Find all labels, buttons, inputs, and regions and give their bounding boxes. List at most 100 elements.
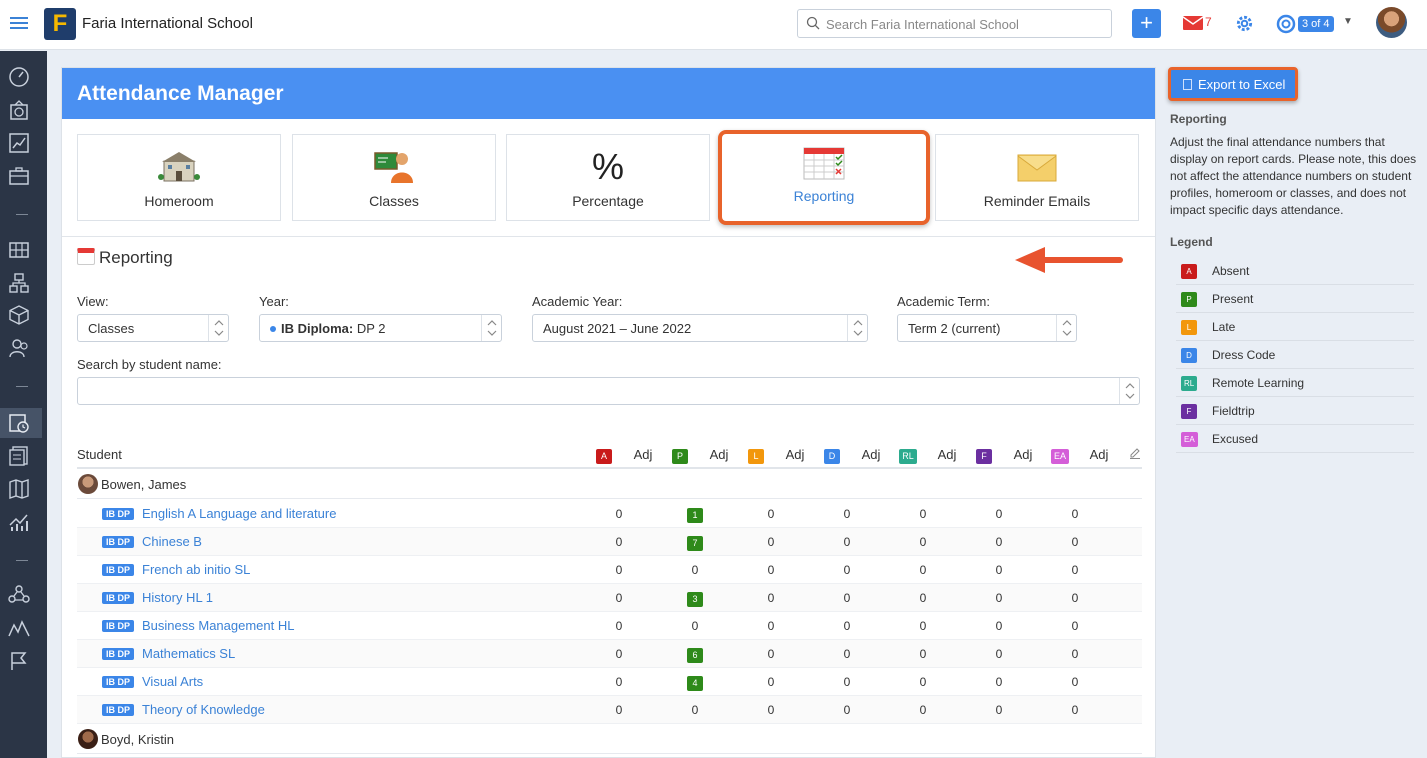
count-cell: 0	[984, 535, 1014, 549]
school-logo[interactable]: F	[44, 8, 76, 40]
teacher-board-icon	[374, 152, 413, 183]
user-avatar[interactable]	[1376, 7, 1407, 38]
mountains-icon[interactable]	[8, 617, 30, 639]
count-cell: 0	[984, 675, 1014, 689]
export-to-excel-button[interactable]: Export to Excel	[1168, 67, 1298, 101]
tile-classes[interactable]: Classes	[292, 134, 496, 221]
count-value: 0	[919, 591, 927, 605]
academic-term-select[interactable]: Term 2 (current)	[897, 314, 1077, 342]
count-cell: 0	[832, 619, 862, 633]
count-cell: 0	[680, 703, 710, 717]
tile-reporting[interactable]: Reporting	[718, 130, 930, 225]
attendance-icon[interactable]	[8, 412, 30, 434]
class-name-link[interactable]: History HL 1	[142, 590, 213, 605]
cube-icon[interactable]	[8, 304, 30, 326]
section-title-text: Reporting	[99, 248, 173, 267]
count-value: 7	[687, 536, 703, 551]
count-cell: 0	[832, 563, 862, 577]
column-adj: Adj	[1013, 447, 1033, 462]
count-value: 0	[995, 535, 1003, 549]
count-cell: 0	[1060, 675, 1090, 689]
org-chart-icon[interactable]	[8, 272, 30, 294]
search-input[interactable]	[826, 14, 1106, 34]
add-button[interactable]: +	[1132, 9, 1161, 38]
tile-homeroom[interactable]: Homeroom	[77, 134, 281, 221]
grid-icon[interactable]	[8, 239, 30, 261]
count-cell: 0	[604, 675, 634, 689]
class-name-link[interactable]: Chinese B	[142, 534, 202, 549]
envelope-icon	[1017, 154, 1057, 182]
class-row: IB DP History HL 1 0 3 0 0 0 0 0	[77, 584, 1142, 612]
tile-percentage[interactable]: % Percentage	[506, 134, 710, 221]
updown-arrows-icon	[847, 315, 867, 341]
class-name-link[interactable]: Business Management HL	[142, 618, 294, 633]
student-row: Bowen, James	[77, 469, 1142, 499]
documents-icon[interactable]	[8, 445, 30, 467]
analytics-icon[interactable]	[8, 511, 30, 533]
count-cell: 0	[1060, 647, 1090, 661]
help-progress-badge[interactable]: 3 of 4	[1298, 16, 1334, 32]
tile-label: Reminder Emails	[983, 193, 1091, 209]
legend-item: L Late	[1176, 313, 1414, 341]
column-fieldtrip: F	[975, 447, 993, 464]
count-cell: 0	[984, 619, 1014, 633]
count-cell: 0	[604, 591, 634, 605]
column-adj: Adj	[785, 447, 805, 462]
briefcase-icon[interactable]	[8, 165, 30, 187]
users-icon[interactable]	[8, 337, 30, 359]
gear-icon[interactable]	[1235, 14, 1254, 33]
count-value: 0	[995, 675, 1003, 689]
column-adj: Adj	[633, 447, 653, 462]
count-value: 0	[843, 591, 851, 605]
network-icon[interactable]	[8, 584, 30, 606]
tile-bar: Homeroom Classes % Percentage Reporting …	[62, 120, 1155, 237]
count-value: 0	[1071, 507, 1079, 521]
class-name-link[interactable]: French ab initio SL	[142, 562, 250, 577]
legend-item: EA Excused	[1176, 425, 1414, 453]
flag-icon[interactable]	[8, 650, 30, 672]
count-cell: 0	[908, 535, 938, 549]
dashboard-icon[interactable]	[8, 66, 30, 88]
count-value: 0	[919, 647, 927, 661]
year-select[interactable]: IB Diploma: DP 2	[259, 314, 502, 342]
top-bar: F Faria International School + 7 3 of 4 …	[0, 0, 1427, 50]
count-value: 0	[843, 535, 851, 549]
mail-icon[interactable]	[1183, 15, 1203, 31]
class-row: IB DP Theory of Knowledge 0 0 0 0 0 0 0	[77, 696, 1142, 724]
count-cell: 7	[680, 535, 710, 551]
red-arrow-annotation	[1015, 247, 1123, 273]
help-lifebuoy-icon[interactable]	[1276, 14, 1296, 34]
count-value: 0	[767, 619, 775, 633]
academic-year-select[interactable]: August 2021 – June 2022	[532, 314, 868, 342]
count-value: 0	[615, 647, 623, 661]
tile-reminder-emails[interactable]: Reminder Emails	[935, 134, 1139, 221]
global-search[interactable]	[797, 9, 1112, 38]
pencil-icon[interactable]	[1129, 447, 1141, 462]
count-value: 0	[615, 591, 623, 605]
count-value: 0	[843, 563, 851, 577]
view-select[interactable]: Classes	[77, 314, 229, 342]
student-search-input[interactable]	[77, 377, 1140, 405]
class-name-link[interactable]: Theory of Knowledge	[142, 702, 265, 717]
menu-icon[interactable]	[10, 14, 28, 34]
class-name-link[interactable]: Visual Arts	[142, 674, 203, 689]
program-tag: IB DP	[102, 704, 135, 716]
legend-list: A Absent P Present L Late D Dress Code RL Remote …	[1176, 257, 1414, 453]
chevron-down-icon[interactable]: ▼	[1343, 16, 1353, 27]
chart-icon[interactable]	[8, 132, 30, 154]
column-remote-learning: RL	[897, 447, 919, 464]
map-icon[interactable]	[8, 478, 30, 500]
school-name[interactable]: Faria International School	[82, 15, 253, 32]
class-name-link[interactable]: English A Language and literature	[142, 506, 336, 521]
legend-label: Fieldtrip	[1212, 404, 1255, 418]
count-value: 0	[919, 619, 927, 633]
section-title: Reporting	[77, 248, 173, 268]
clock-icon[interactable]	[8, 99, 30, 121]
tile-label: Reporting	[793, 188, 855, 204]
count-value: 0	[843, 619, 851, 633]
legend-label: Late	[1212, 320, 1236, 334]
count-cell: 0	[756, 591, 786, 605]
count-value: 6	[687, 648, 703, 663]
class-name-link[interactable]: Mathematics SL	[142, 646, 235, 661]
count-cell: 0	[908, 703, 938, 717]
